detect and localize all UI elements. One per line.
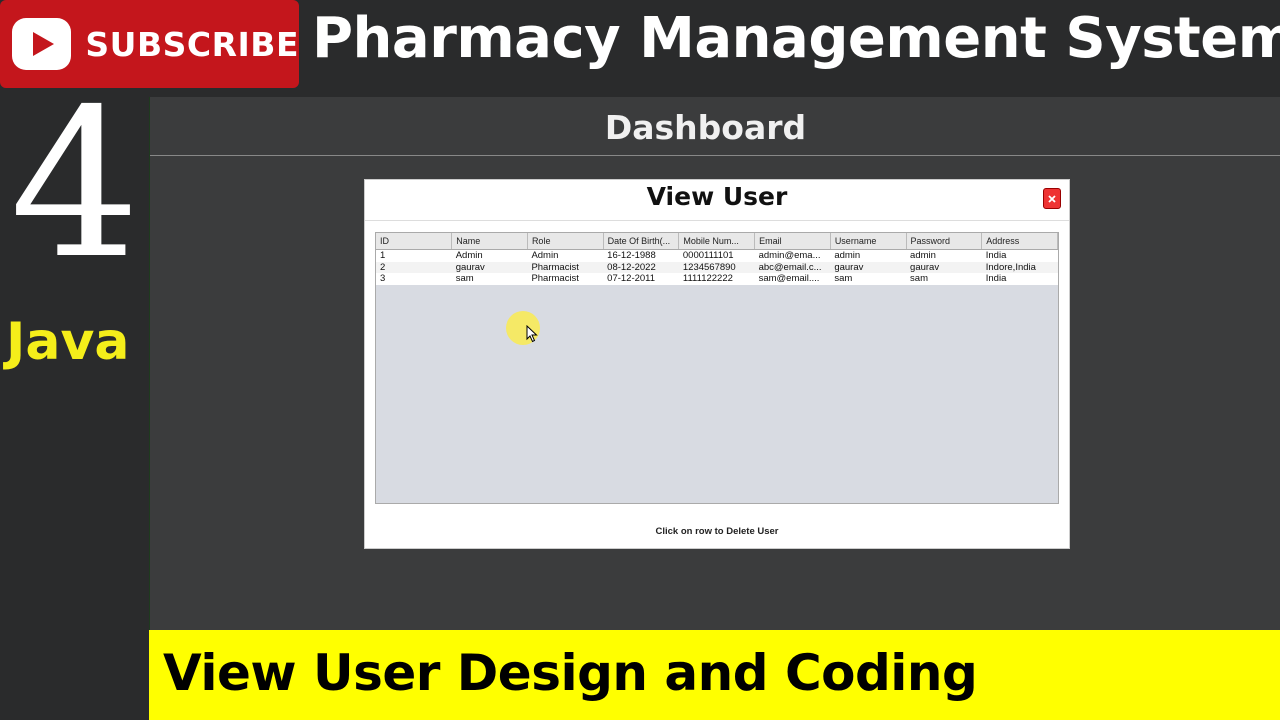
video-title: Pharmacy Management System [312,6,1280,71]
dashboard-title: Dashboard [604,107,807,147]
column-header[interactable]: Date Of Birth(... [603,233,680,250]
play-icon [12,18,72,70]
table-cell: sam@email.... [758,273,820,284]
table-cell: 0000111101 [682,250,734,261]
column-header[interactable]: Username [830,233,907,250]
column-header[interactable]: Address [981,233,1058,250]
table-cell: India [985,273,1007,284]
table-cell: admin@ema... [758,250,821,261]
table-cell: Indore,India [985,261,1036,273]
view-user-dialog: View User ID Name Role Date Of Birth(... Mob… [364,179,1070,549]
dialog-title: View User [646,182,788,211]
table-cell: 16-12-1988 [607,250,656,261]
language-label: Java [6,312,130,372]
table-cell: gaurav [834,261,864,273]
column-header[interactable]: Name [451,233,528,250]
table-cell: 08-12-2022 [607,261,656,273]
column-header[interactable]: Password [906,233,983,250]
table-row[interactable]: 1 Admin Admin 16-12-1988 0000111101 admin@ema… [376,249,1058,262]
close-icon[interactable] [1043,188,1061,209]
table-cell: 3 [380,273,386,284]
table-cell: Admin [531,250,559,261]
table-cell: gaurav [910,261,940,273]
table-cell: 2 [380,261,386,273]
mouse-cursor-icon [526,325,538,343]
table-cell: Pharmacist [531,273,579,284]
table-cell: sam [834,273,853,284]
users-table-scroll[interactable]: ID Name Role Date Of Birth(... Mobile Num...… [375,232,1059,504]
delete-hint: Click on row to Delete User [655,526,779,537]
table-cell: 1234567890 [682,261,736,273]
table-cell: Admin [455,250,483,261]
app-window: Dashboard View User ID Name Role Date Of Bi… [149,97,1280,630]
dashboard-header: Dashboard [150,97,1280,156]
table-cell: gaurav [455,261,485,273]
table-cell: 1 [380,250,386,261]
column-header[interactable]: Email [754,233,831,250]
topic-text: View User Design and Coding [163,644,978,702]
table-row[interactable]: 3 sam Pharmacist 07-12-2011 1111122222 sam@em… [376,273,1058,285]
topic-banner: View User Design and Coding [149,630,1280,720]
table-cell: India [985,250,1007,261]
table-cell: 07-12-2011 [607,273,656,284]
cursor-highlight [506,311,540,345]
dialog-title-bar: View User [365,180,1069,221]
users-table: ID Name Role Date Of Birth(... Mobile Num...… [376,233,1058,285]
table-cell: 1111122222 [682,273,733,284]
column-header[interactable]: ID [376,233,453,250]
column-header[interactable]: Mobile Num... [678,233,756,250]
episode-number: 4 [9,66,141,304]
table-cell: Pharmacist [531,261,579,273]
table-cell: admin [910,250,936,261]
table-cell: sam [910,273,928,284]
table-row[interactable]: 2 gaurav Pharmacist 08-12-2022 1234567890 abc… [376,261,1058,273]
table-header-row: ID Name Role Date Of Birth(... Mobile Num...… [376,233,1058,250]
table-cell: admin [834,250,861,261]
table-cell: sam [455,273,474,284]
column-header[interactable]: Role [527,233,604,250]
table-cell: abc@email.c... [758,261,822,273]
subscribe-label: SUBSCRIBE [85,24,299,64]
